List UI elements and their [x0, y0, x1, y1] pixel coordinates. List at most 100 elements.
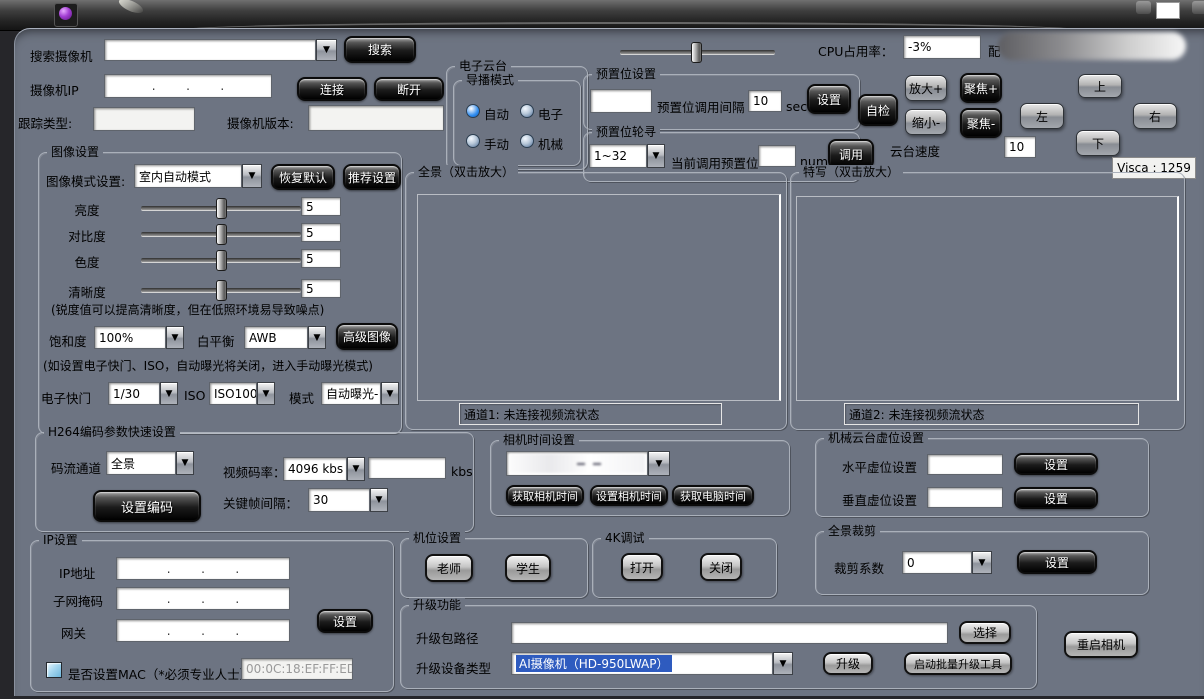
subnet-mask-input[interactable]: . . . — [116, 587, 290, 610]
mac-address-input[interactable]: 00:0C:18:EF:FF:ED — [241, 658, 353, 680]
radio-manual[interactable] — [466, 134, 480, 148]
sharpness-slider-thumb[interactable] — [216, 280, 227, 301]
brightness-slider-track[interactable] — [141, 206, 301, 211]
titlebar-help-icon[interactable] — [1136, 1, 1151, 14]
exposure-mode-dropdown-arrow-icon[interactable] — [381, 382, 399, 405]
iso-combobox[interactable]: ISO100 — [209, 382, 257, 405]
set-encoding-button[interactable]: 设置编码 — [93, 490, 201, 522]
shutter-combobox[interactable]: 1/30 — [108, 382, 160, 405]
keyframe-dropdown-arrow-icon[interactable] — [370, 488, 388, 512]
bitrate-dropdown-arrow-icon[interactable] — [347, 457, 365, 481]
preset-number-input[interactable] — [590, 89, 652, 113]
ip-set-button[interactable]: 设置 — [317, 609, 373, 633]
ip-address-input[interactable]: . . . — [116, 557, 290, 580]
exposure-mode-combobox[interactable]: 自动曝光- — [321, 382, 381, 405]
white-balance-dropdown-arrow-icon[interactable] — [308, 326, 326, 349]
search-button[interactable]: 搜索 — [344, 36, 416, 63]
chroma-slider-track[interactable] — [141, 258, 301, 263]
advanced-image-button[interactable]: 高级图像 — [336, 323, 398, 350]
contrast-value[interactable]: 5 — [301, 223, 341, 242]
contrast-slider-thumb[interactable] — [216, 224, 227, 245]
chroma-value[interactable]: 5 — [301, 249, 341, 268]
crop-factor-dropdown-arrow-icon[interactable] — [972, 551, 992, 574]
top-slider-thumb[interactable] — [691, 42, 702, 63]
ptz-right-button[interactable]: 右 — [1133, 103, 1177, 129]
set-camera-time-button[interactable]: 设置相机时间 — [590, 485, 668, 506]
sharpness-value[interactable]: 5 — [301, 279, 341, 298]
horizontal-virtual-set-button[interactable]: 设置 — [1014, 453, 1098, 475]
stream-channel-dropdown-arrow-icon[interactable] — [176, 451, 194, 475]
disconnect-button[interactable]: 断开 — [374, 77, 444, 101]
ptz-speed-label: 云台速度 — [890, 141, 940, 160]
focus-in-button[interactable]: 聚焦+ — [960, 73, 1002, 103]
ptz-speed-value[interactable]: 10 — [1004, 136, 1036, 158]
recommend-settings-button[interactable]: 推荐设置 — [343, 164, 401, 190]
crop-set-button[interactable]: 设置 — [1017, 550, 1097, 574]
upgrade-path-input[interactable] — [511, 622, 948, 644]
keyframe-combobox[interactable]: 30 — [308, 488, 370, 512]
closeup-video-area[interactable] — [796, 196, 1179, 401]
upgrade-type-combobox[interactable]: AI摄像机（HD-950LWAP） — [511, 652, 773, 675]
upgrade-button[interactable]: 升级 — [823, 652, 873, 675]
radio-auto[interactable] — [466, 104, 480, 118]
current-preset-input[interactable] — [758, 145, 796, 167]
image-mode-dropdown-arrow-icon[interactable] — [242, 164, 262, 188]
select-package-button[interactable]: 选择 — [959, 621, 1011, 644]
top-slider-track[interactable] — [620, 50, 775, 55]
stream-channel-combobox[interactable]: 全景 — [106, 451, 176, 475]
reboot-camera-button[interactable]: 重启相机 — [1064, 631, 1138, 658]
ptz-left-button[interactable]: 左 — [1020, 103, 1064, 129]
upgrade-type-dropdown-arrow-icon[interactable] — [773, 652, 793, 675]
vertical-virtual-set-button[interactable]: 设置 — [1014, 487, 1098, 509]
gateway-input[interactable]: . . . — [116, 619, 290, 642]
preset-range-dropdown-arrow-icon[interactable] — [647, 144, 665, 168]
teacher-button[interactable]: 老师 — [425, 554, 473, 582]
student-button[interactable]: 学生 — [505, 554, 551, 582]
radio-electronic[interactable] — [520, 104, 534, 118]
iso-dropdown-arrow-icon[interactable] — [257, 382, 275, 405]
preset-set-button[interactable]: 设置 — [807, 84, 851, 114]
batch-upgrade-tool-button[interactable]: 启动批量升级工具 — [904, 652, 1012, 675]
preset-interval-value[interactable]: 10 — [748, 90, 782, 112]
zoom-in-button[interactable]: 放大+ — [905, 75, 947, 101]
bitrate-combobox[interactable]: 4096 kbs — [283, 457, 347, 481]
saturation-combobox[interactable]: 100% — [94, 326, 166, 349]
preset-range-combobox[interactable]: 1~32 — [589, 144, 647, 168]
chroma-slider-thumb[interactable] — [216, 250, 227, 271]
focus-out-button[interactable]: 聚焦- — [960, 108, 1002, 138]
contrast-slider-track[interactable] — [141, 232, 301, 237]
saturation-dropdown-arrow-icon[interactable] — [166, 326, 184, 349]
self-check-button[interactable]: 自检 — [858, 94, 898, 126]
ptz-down-button[interactable]: 下 — [1076, 130, 1120, 156]
connect-button[interactable]: 连接 — [297, 77, 367, 101]
image-mode-combobox[interactable]: 室内自动模式 — [134, 164, 242, 188]
open-4k-button[interactable]: 打开 — [621, 553, 663, 581]
sharpness-slider-track[interactable] — [141, 288, 301, 293]
titlebar — [0, 0, 1204, 31]
vertical-virtual-input[interactable] — [927, 487, 1003, 508]
camera-time-combobox[interactable] — [506, 451, 648, 476]
panorama-video-area[interactable] — [417, 194, 781, 401]
get-camera-time-button[interactable]: 获取相机时间 — [506, 485, 584, 506]
brightness-slider-thumb[interactable] — [216, 198, 227, 219]
horizontal-virtual-input[interactable] — [927, 454, 1003, 475]
close-4k-button[interactable]: 关闭 — [700, 553, 742, 581]
search-camera-dropdown-arrow-icon[interactable] — [316, 39, 337, 61]
radio-mechanical[interactable] — [520, 134, 534, 148]
closeup-group: 特写（双击放大） 通道2: 未连接视频流状态 — [790, 172, 1185, 430]
camera-time-dropdown-arrow-icon[interactable] — [648, 451, 670, 476]
bitrate-custom-input[interactable] — [368, 457, 446, 479]
restore-default-button[interactable]: 恢复默认 — [271, 164, 335, 190]
search-camera-combobox[interactable] — [104, 39, 316, 61]
white-balance-combobox[interactable]: AWB — [244, 326, 308, 349]
mac-checkbox[interactable] — [46, 662, 62, 678]
titlebar-window-icon[interactable] — [1156, 2, 1180, 19]
zoom-out-button[interactable]: 缩小- — [905, 109, 947, 135]
get-pc-time-button[interactable]: 获取电脑时间 — [672, 485, 754, 506]
crop-factor-combobox[interactable]: 0 — [902, 551, 972, 574]
titlebar-edge-icon[interactable] — [1192, 1, 1204, 14]
ptz-up-button[interactable]: 上 — [1078, 74, 1122, 98]
brightness-value[interactable]: 5 — [301, 197, 341, 216]
camera-ip-input[interactable]: . . . — [104, 74, 272, 98]
shutter-dropdown-arrow-icon[interactable] — [160, 382, 178, 405]
